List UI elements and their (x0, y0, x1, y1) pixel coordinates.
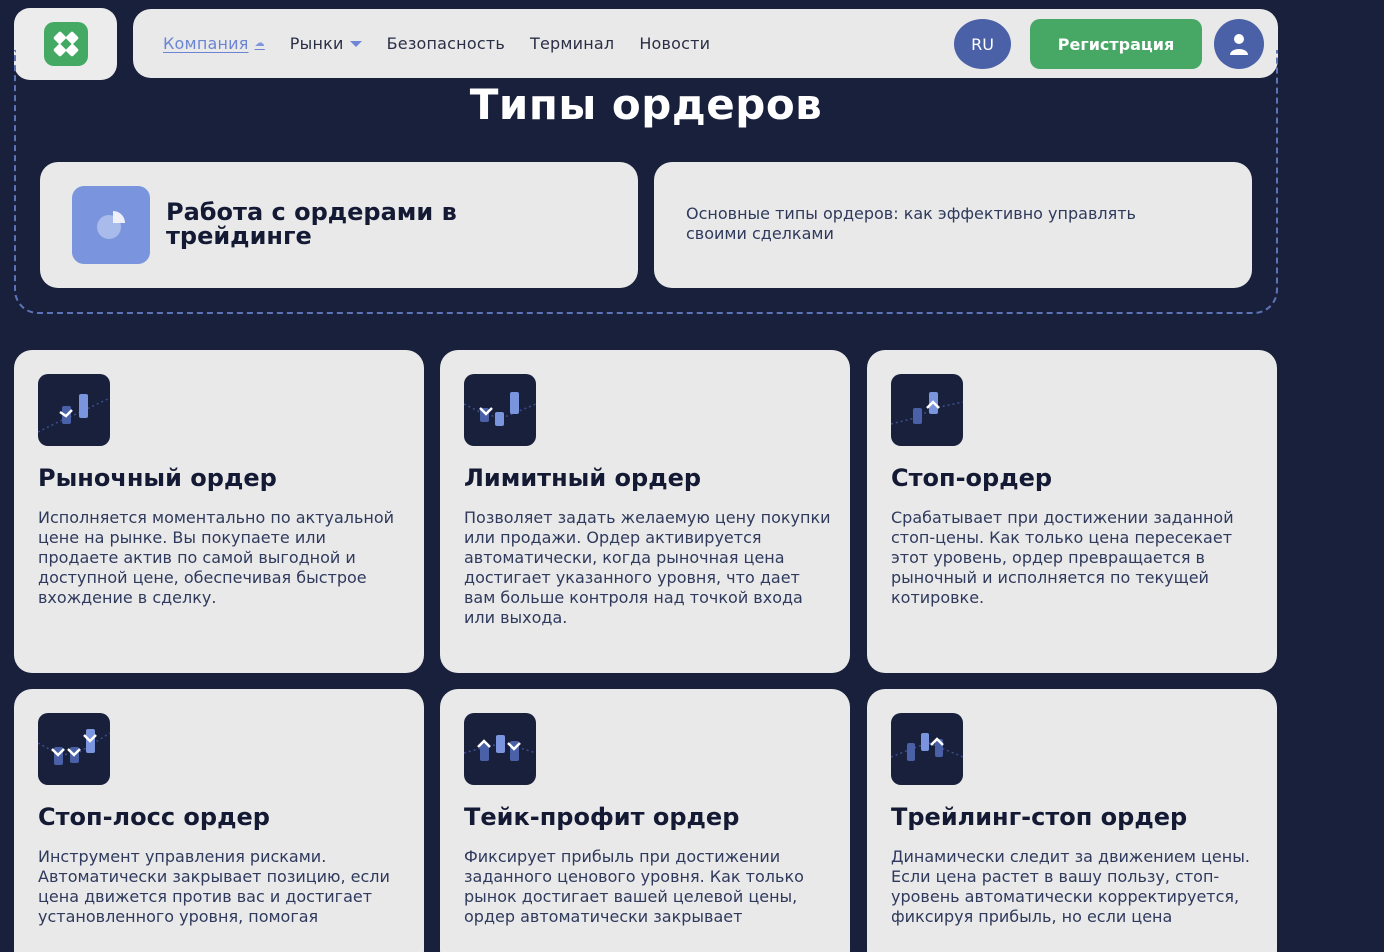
order-card-text: Динамически следит за движением цены. Ес… (891, 847, 1250, 926)
order-card-text: Инструмент управления рисками. Автоматич… (38, 847, 390, 926)
order-card-stop-loss[interactable]: Стоп-лосс ордер Инструмент управления ри… (14, 689, 424, 952)
candlestick-chart-icon (38, 713, 110, 785)
order-card-title: Трейлинг-стоп ордер (891, 803, 1188, 831)
order-card-text: Фиксирует прибыль при достижении заданно… (464, 847, 804, 926)
pie-chart-icon (72, 186, 150, 264)
hero-card-title: Работа с ордерами в трейдинге (166, 198, 457, 250)
order-card-title: Лимитный ордер (464, 464, 702, 492)
order-card-title: Тейк-профит ордер (464, 803, 740, 831)
candlestick-chart-icon (464, 713, 536, 785)
order-card-trailing-stop[interactable]: Трейлинг-стоп ордер Динамически следит з… (867, 689, 1277, 952)
order-card-stop[interactable]: Стоп-ордер Срабатывает при достижении за… (867, 350, 1277, 673)
hero-card-text: Основные типы ордеров: как эффективно уп… (686, 204, 1136, 243)
order-card-text: Срабатывает при достижении заданной стоп… (891, 508, 1234, 607)
hero-card-description: Основные типы ордеров: как эффективно уп… (654, 162, 1252, 288)
order-card-market[interactable]: Рыночный ордер Исполняется моментально п… (14, 350, 424, 673)
order-card-title: Рыночный ордер (38, 464, 277, 492)
candlestick-chart-icon (464, 374, 536, 446)
candlestick-chart-icon (891, 713, 963, 785)
order-card-title: Стоп-лосс ордер (38, 803, 270, 831)
order-card-limit[interactable]: Лимитный ордер Позволяет задать желаемую… (440, 350, 850, 673)
order-card-take-profit[interactable]: Тейк-профит ордер Фиксирует прибыль при … (440, 689, 850, 952)
page-title: Типы ордеров (469, 80, 823, 129)
order-card-text: Позволяет задать желаемую цену покупки и… (464, 508, 831, 627)
chevron-down-icon (349, 40, 362, 47)
order-card-title: Стоп-ордер (891, 464, 1053, 492)
order-card-text: Исполняется моментально по актуальной це… (38, 508, 395, 607)
hero-card-intro: Работа с ордерами в трейдинге (40, 162, 638, 288)
candlestick-chart-icon (38, 374, 110, 446)
cloud-icon: ☁ (254, 38, 265, 49)
candlestick-chart-icon (891, 374, 963, 446)
